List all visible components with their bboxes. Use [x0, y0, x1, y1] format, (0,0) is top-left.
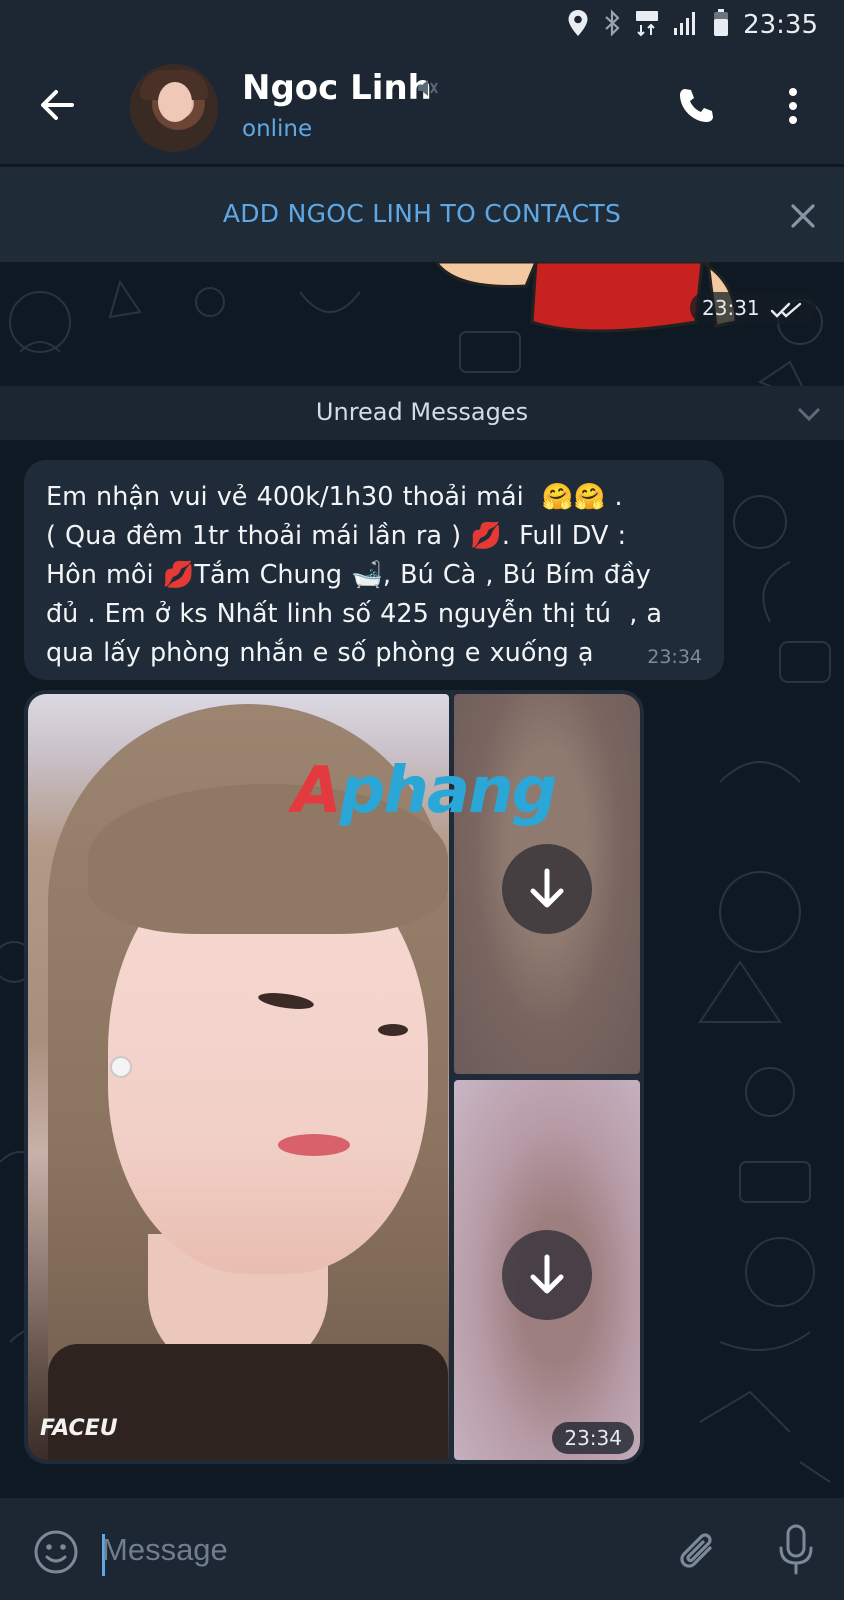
incoming-message[interactable]: Em nhận vui vẻ 400k/1h30 thoải mái 🤗🤗 . … — [24, 460, 724, 680]
watermark-a: A — [292, 754, 342, 828]
microphone-button[interactable] — [778, 1524, 814, 1576]
photo-blurred-top[interactable] — [454, 694, 640, 1074]
unread-divider: Unread Messages — [0, 386, 844, 440]
chat-header: Ngoc Linh online — [0, 50, 844, 164]
bluetooth-icon — [603, 9, 621, 41]
faceu-watermark: FACEU — [40, 1416, 118, 1441]
back-button[interactable] — [36, 84, 78, 126]
unread-label: Unread Messages — [315, 398, 529, 426]
photo-blurred-bottom[interactable] — [454, 1080, 640, 1460]
add-to-contacts-button[interactable]: ADD NGOC LINH TO CONTACTS — [0, 199, 844, 228]
download-button[interactable] — [502, 1230, 592, 1320]
more-menu-button[interactable] — [786, 86, 800, 126]
contact-name[interactable]: Ngoc Linh — [242, 68, 432, 108]
battery-icon — [713, 9, 729, 41]
status-time: 23:35 — [743, 10, 818, 40]
add-contact-bar: ADD NGOC LINH TO CONTACTS — [0, 166, 844, 262]
emoji-button[interactable] — [32, 1528, 80, 1576]
lte-icon — [635, 9, 659, 41]
message-text: Em nhận vui vẻ 400k/1h30 thoải mái 🤗🤗 . … — [46, 482, 663, 668]
avatar[interactable] — [130, 64, 218, 152]
download-button[interactable] — [502, 844, 592, 934]
message-input[interactable] — [102, 1520, 622, 1580]
back-arrow-icon — [41, 90, 74, 120]
mute-icon — [415, 76, 439, 104]
watermark-phang: phang — [339, 754, 558, 828]
attach-button[interactable] — [676, 1528, 720, 1576]
sticker-time: 23:31 — [690, 292, 816, 324]
double-check-icon — [770, 302, 802, 318]
close-add-bar-button[interactable] — [788, 201, 818, 231]
smiley-icon — [34, 1530, 78, 1574]
more-vert-icon — [789, 88, 797, 124]
location-icon — [567, 9, 589, 41]
download-arrow-icon — [530, 1254, 564, 1294]
call-button[interactable] — [676, 86, 716, 126]
paperclip-icon — [680, 1533, 712, 1568]
close-icon — [791, 204, 815, 228]
message-composer — [0, 1498, 844, 1600]
contact-status: online — [242, 116, 313, 142]
aphang-watermark: Aphang — [292, 754, 558, 828]
status-bar: 23:35 — [0, 0, 844, 50]
album-time: 23:34 — [552, 1422, 634, 1454]
message-time: 23:34 — [647, 646, 702, 668]
phone-icon — [680, 89, 713, 122]
microphone-icon — [779, 1524, 813, 1575]
download-arrow-icon — [530, 868, 564, 908]
chevron-down-icon[interactable] — [796, 406, 822, 426]
chat-area[interactable]: 23:31 Unread Messages Em nhận vui vẻ 400… — [0, 262, 844, 1498]
signal-icon — [673, 10, 699, 40]
sticker-time-text: 23:31 — [702, 296, 760, 320]
